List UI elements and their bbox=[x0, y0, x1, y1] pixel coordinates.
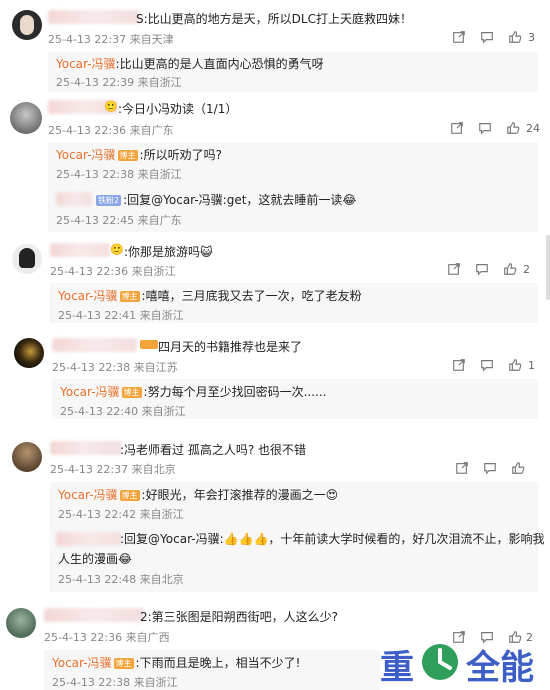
watermark-circle-icon bbox=[422, 644, 458, 680]
comment-text: :冯老师看过 孤高之人吗? 也很不错 bbox=[120, 443, 307, 457]
share-icon[interactable] bbox=[450, 121, 466, 137]
like-icon[interactable] bbox=[508, 30, 524, 46]
reply-line: Yocar-冯骥:比山更高的是人直面内心恐惧的勇气呀 bbox=[56, 55, 324, 72]
reply-text: :嘻嘻，三月底我又去了一次，吃了老友粉 bbox=[141, 289, 362, 303]
watermark-text: 重 bbox=[380, 648, 414, 688]
watermark-text: 全能 bbox=[466, 648, 534, 688]
share-icon[interactable] bbox=[447, 262, 463, 278]
fan-badge bbox=[140, 340, 158, 349]
comment-actions: 24 bbox=[450, 121, 545, 137]
comment-text: 2:第三张图是阳朔西街吧，人这么少? bbox=[140, 610, 339, 624]
reply-meta: 25-4-13 22:38 来自浙江 bbox=[56, 168, 182, 181]
reply-box: Yocar-冯骥 博主:所以听劝了吗? 25-4-13 22:38 来自浙江 铁粉… bbox=[48, 142, 538, 232]
reply-author[interactable]: Yocar-冯骥 bbox=[60, 385, 120, 399]
like-count: 1 bbox=[528, 359, 535, 372]
username-blurred[interactable] bbox=[56, 192, 92, 206]
reply-box: Yocar-冯骥:比山更高的是人直面内心恐惧的勇气呀 25-4-13 22:39… bbox=[48, 52, 538, 92]
comment-text: :今日小冯劝读（1/1） bbox=[118, 102, 238, 116]
reply-author[interactable]: Yocar-冯骥 bbox=[56, 57, 116, 71]
like-icon[interactable] bbox=[511, 461, 527, 477]
author-badge: 博主 bbox=[121, 387, 142, 398]
comment-icon[interactable] bbox=[480, 358, 496, 374]
share-icon[interactable] bbox=[452, 358, 468, 374]
reply-meta: 25-4-13 22:38 来自浙江 bbox=[52, 676, 178, 689]
reply-line: Yocar-冯骥 博主:下雨而且是晚上，相当不少了! bbox=[52, 654, 300, 671]
comment-meta: 25-4-13 22:36 来自浙江 bbox=[50, 265, 176, 278]
reply-meta: 25-4-13 22:39 来自浙江 bbox=[56, 76, 182, 89]
reply-line: 铁粉2:回复@Yocar-冯骥:get，这就去睡前一读😂 bbox=[94, 191, 356, 208]
comment-icon[interactable] bbox=[483, 461, 499, 477]
like-count: 3 bbox=[528, 31, 535, 44]
reply-line: Yocar-冯骥 博主:所以听劝了吗? bbox=[56, 146, 222, 163]
comment-text: :你那是旅游吗😺 bbox=[124, 245, 213, 259]
comment-actions: 3 bbox=[452, 30, 542, 46]
author-badge: 博主 bbox=[119, 291, 140, 302]
comment-icon[interactable] bbox=[478, 121, 494, 137]
reply-author[interactable]: Yocar-冯骥 bbox=[58, 488, 118, 502]
author-badge: 博主 bbox=[119, 490, 140, 501]
avatar[interactable] bbox=[10, 102, 42, 134]
author-badge: 博主 bbox=[117, 150, 138, 161]
comment-meta: 25-4-13 22:36 来自广东 bbox=[48, 124, 174, 137]
reply-meta: 25-4-13 22:41 来自浙江 bbox=[58, 309, 184, 322]
reply-box: Yocar-冯骥 博主:下雨而且是晚上，相当不少了! 25-4-13 22:38 … bbox=[44, 650, 380, 690]
reply-text: :比山更高的是人直面内心恐惧的勇气呀 bbox=[115, 57, 324, 71]
comment-actions bbox=[455, 461, 545, 477]
reply-text: :努力每个月至少找回密码一次...... bbox=[143, 385, 327, 399]
reply-author[interactable]: Yocar-冯骥 bbox=[52, 656, 112, 670]
like-icon[interactable] bbox=[503, 262, 519, 278]
comment-actions: 2 bbox=[447, 262, 542, 278]
reply-line-continued: 人生的漫画😂 bbox=[58, 552, 133, 566]
comment-meta: 25-4-13 22:37 来自北京 bbox=[50, 463, 176, 476]
username-blurred[interactable] bbox=[48, 10, 140, 24]
author-badge: 博主 bbox=[113, 658, 134, 669]
reply-meta: 25-4-13 22:40 来自浙江 bbox=[60, 405, 186, 418]
like-count: 2 bbox=[523, 263, 530, 276]
reply-text: :回复@Yocar-冯骥:get，这就去睡前一读😂 bbox=[123, 193, 357, 207]
comment-meta: 25-4-13 22:37 来自天津 bbox=[48, 33, 174, 46]
comment-text: S:比山更高的地方是天，所以DLC打上天庭救四妹！ bbox=[136, 12, 412, 26]
avatar[interactable] bbox=[12, 442, 42, 472]
comment-meta: 25-4-13 22:38 来自江苏 bbox=[52, 361, 178, 374]
reply-line: Yocar-冯骥 博主:好眼光，年会打滚推荐的漫画之一😍 bbox=[58, 486, 338, 503]
avatar[interactable] bbox=[12, 10, 42, 40]
like-count: 24 bbox=[526, 122, 540, 135]
comment-icon[interactable] bbox=[475, 262, 491, 278]
comment-actions: 1 bbox=[452, 358, 544, 374]
share-icon[interactable] bbox=[452, 30, 468, 46]
reply-box: Yocar-冯骥 博主:努力每个月至少找回密码一次...... 25-4-13 2… bbox=[52, 379, 538, 419]
fan-badge: 铁粉2 bbox=[96, 195, 122, 206]
reply-meta: 25-4-13 22:48 来自北京 bbox=[58, 573, 184, 586]
watermark-logo: 重 全能 bbox=[380, 640, 550, 688]
share-icon[interactable] bbox=[455, 461, 471, 477]
comment-icon[interactable] bbox=[480, 30, 496, 46]
username-blurred[interactable] bbox=[56, 532, 122, 546]
reply-line: Yocar-冯骥 博主:嘻嘻，三月底我又去了一次，吃了老友粉 bbox=[58, 287, 362, 304]
reply-box: Yocar-冯骥 博主:嘻嘻，三月底我又去了一次，吃了老友粉 25-4-13 22… bbox=[50, 283, 538, 323]
vip-icon: 🙂 bbox=[110, 243, 124, 256]
comment-meta: 25-4-13 22:36 来自广西 bbox=[44, 631, 170, 644]
reply-text: :好眼光，年会打滚推荐的漫画之一😍 bbox=[141, 488, 339, 502]
username-blurred[interactable] bbox=[50, 441, 122, 455]
reply-text: :下雨而且是晚上，相当不少了! bbox=[135, 656, 301, 670]
comment-text: 四月天的书籍推荐也是来了 bbox=[158, 340, 303, 354]
reply-author[interactable]: Yocar-冯骥 bbox=[56, 148, 116, 162]
reply-meta: 25-4-13 22:42 来自浙江 bbox=[58, 508, 184, 521]
username-blurred[interactable] bbox=[50, 243, 110, 257]
username-blurred[interactable] bbox=[52, 338, 137, 352]
avatar[interactable] bbox=[12, 244, 42, 274]
scrollbar[interactable] bbox=[546, 235, 550, 300]
reply-line: Yocar-冯骥 博主:努力每个月至少找回密码一次...... bbox=[60, 383, 326, 400]
reply-text: :所以听劝了吗? bbox=[139, 148, 222, 162]
vip-icon: 🙂 bbox=[104, 100, 118, 113]
like-icon[interactable] bbox=[506, 121, 522, 137]
username-blurred[interactable] bbox=[44, 608, 144, 622]
avatar[interactable] bbox=[14, 338, 44, 368]
reply-line: :回复@Yocar-冯骥:👍👍👍，十年前读大学时候看的，好几次泪流不止，影响我 bbox=[120, 532, 545, 546]
avatar[interactable] bbox=[6, 608, 36, 638]
reply-author[interactable]: Yocar-冯骥 bbox=[58, 289, 118, 303]
reply-meta: 25-4-13 22:45 来自广东 bbox=[56, 214, 182, 227]
like-icon[interactable] bbox=[508, 358, 524, 374]
reply-box: Yocar-冯骥 博主:好眼光，年会打滚推荐的漫画之一😍 25-4-13 22:4… bbox=[50, 482, 544, 592]
